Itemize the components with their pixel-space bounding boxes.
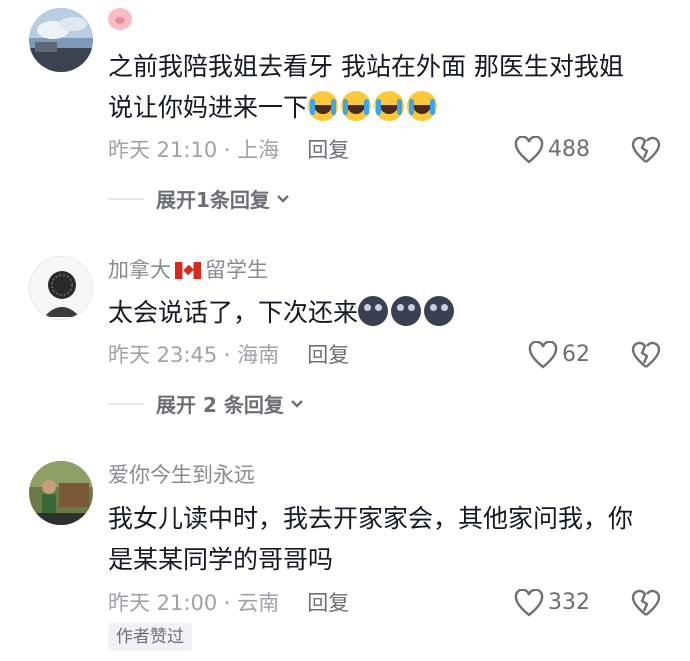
heart-icon [514, 136, 544, 164]
location: 海南 [237, 343, 280, 367]
like-button[interactable]: 332 [514, 589, 590, 617]
new-moon-face-icon [391, 296, 422, 326]
timestamp: 昨天 21:00 [108, 591, 218, 615]
comment-meta: 昨天 23:45 · 海南 回复 [108, 343, 350, 367]
like-count: 62 [562, 342, 590, 367]
timestamp: 昨天 21:10 [108, 138, 218, 162]
comment-text: 太会说话了，下次还来 [108, 292, 668, 333]
reply-button[interactable]: 回复 [307, 591, 349, 615]
dislike-button[interactable] [631, 341, 661, 373]
author-liked-badge: 作者赞过 [108, 623, 192, 651]
username[interactable]: 爱你今生到永远 [108, 461, 255, 489]
like-count: 332 [548, 590, 590, 615]
broken-heart-icon [631, 589, 661, 616]
comment-meta: 昨天 21:00 · 云南 回复 [108, 591, 350, 615]
loudly-crying-face-icon [407, 91, 438, 121]
pig-face-icon [108, 8, 132, 30]
location: 上海 [237, 138, 280, 162]
comment-text: 之前我陪我姐去看牙 我站在外面 那医生对我姐 说让你妈进来一下 [108, 52, 624, 122]
avatar[interactable] [29, 8, 93, 72]
like-count: 488 [548, 137, 590, 162]
heart-icon [528, 341, 558, 369]
reply-button[interactable]: 回复 [307, 138, 349, 162]
dislike-button[interactable] [631, 136, 661, 168]
broken-heart-icon [631, 136, 661, 163]
avatar[interactable] [29, 461, 93, 525]
broken-heart-icon [631, 341, 661, 368]
reply-button[interactable]: 回复 [307, 343, 349, 367]
dislike-button[interactable] [631, 589, 661, 621]
loudly-crying-face-icon [341, 91, 372, 121]
chevron-down-icon [277, 194, 289, 203]
divider-line [108, 402, 144, 405]
comment-meta: 昨天 21:10 · 上海 回复 [108, 138, 350, 162]
loudly-crying-face-icon [308, 91, 339, 121]
loudly-crying-face-icon [374, 91, 405, 121]
timestamp: 昨天 23:45 [108, 343, 218, 367]
location: 云南 [237, 591, 280, 615]
expand-replies-button[interactable]: 展开 2 条回复 [108, 389, 306, 418]
avatar[interactable] [29, 256, 93, 320]
like-button[interactable]: 62 [528, 341, 590, 369]
username[interactable]: 加拿大 留学生 [108, 256, 268, 284]
new-moon-face-icon [424, 296, 455, 326]
username[interactable] [108, 6, 135, 34]
divider-line [108, 197, 144, 200]
canada-flag-icon [175, 262, 201, 279]
chevron-down-icon [290, 399, 303, 408]
like-button[interactable]: 488 [514, 136, 590, 164]
heart-icon [514, 589, 544, 617]
expand-replies-button[interactable]: 展开1条回复 [108, 184, 292, 213]
new-moon-face-icon [358, 296, 389, 326]
comment-text: 我女儿读中时，我去开家家会，其他家问我，你 是某某同学的哥哥吗 [108, 504, 634, 574]
